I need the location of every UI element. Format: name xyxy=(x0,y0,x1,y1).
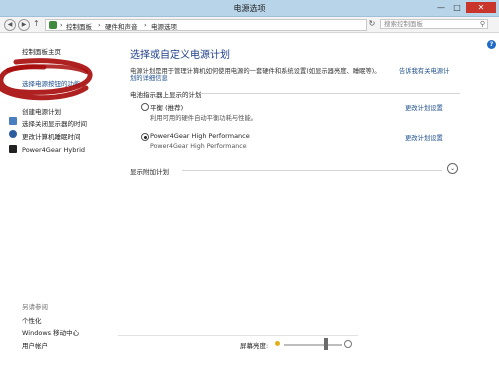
see-also-personalization[interactable]: 个性化 xyxy=(22,315,42,325)
sidebar-item-display-off[interactable]: 选择关闭显示器的时间 xyxy=(22,118,87,128)
search-icon[interactable]: ⚲ xyxy=(480,20,485,29)
breadcrumb-control-panel[interactable]: 控制面板 xyxy=(66,21,92,31)
control-panel-icon xyxy=(49,21,57,29)
forward-arrow-icon[interactable]: ▶ xyxy=(18,19,30,31)
breadcrumb-separator: › xyxy=(98,21,101,29)
maximize-button[interactable]: □ xyxy=(450,2,464,13)
brightness-slider[interactable] xyxy=(284,344,342,346)
plan-power4gear-change-link[interactable]: 更改计划设置 xyxy=(405,133,443,142)
search-placeholder: 搜索控制面板 xyxy=(384,20,423,28)
breadcrumb-separator: › xyxy=(144,21,147,29)
breadcrumb-power-options[interactable]: 电源选项 xyxy=(151,21,177,31)
plan-power4gear-radio[interactable] xyxy=(141,133,149,141)
footer-divider xyxy=(118,335,358,336)
see-also-heading: 另请参阅 xyxy=(22,303,48,311)
close-button[interactable]: ✕ xyxy=(466,2,496,13)
title-bar: 电源选项 — □ ✕ xyxy=(0,0,499,17)
red-annotation-scribble xyxy=(0,58,93,101)
brightness-slider-thumb[interactable] xyxy=(324,338,328,350)
section-title: 电池指示器上显示的计划 xyxy=(130,91,202,99)
sidebar-item-sleep-time[interactable]: 更改计算机睡眠时间 xyxy=(22,131,81,141)
moon-icon xyxy=(9,130,17,138)
sidebar-home-link[interactable]: 控制面板主页 xyxy=(22,46,61,56)
page-title: 选择或自定义电源计划 xyxy=(130,50,230,61)
address-bar[interactable]: › 控制面板 › 硬件和声音 › 电源选项 ▼ xyxy=(45,19,407,31)
plan-balanced-change-link[interactable]: 更改计划设置 xyxy=(405,103,443,112)
sun-bright-icon xyxy=(344,340,352,348)
address-row: ◀ ▶ ↑ › 控制面板 › 硬件和声音 › 电源选项 ▼ ↻ 搜索控制面板 ⚲ xyxy=(0,17,499,33)
plan-info-link[interactable]: 告诉我有关电源计 xyxy=(399,66,449,75)
see-also-user-accounts[interactable]: 用户帐户 xyxy=(22,340,48,350)
back-arrow-icon[interactable]: ◀ xyxy=(4,19,16,31)
see-also-mobility-center[interactable]: Windows 移动中心 xyxy=(22,327,79,337)
sun-dim-icon xyxy=(275,341,280,346)
monitor-icon xyxy=(9,117,17,125)
refresh-icon[interactable]: ↻ xyxy=(367,19,377,29)
help-icon[interactable]: ? xyxy=(487,40,496,49)
sidebar-item-power4gear[interactable]: Power4Gear Hybrid xyxy=(22,146,85,154)
plan-power4gear-name[interactable]: Power4Gear High Performance xyxy=(150,132,250,140)
breadcrumb-hardware-sound[interactable]: 硬件和声音 xyxy=(105,21,138,31)
extra-plans-divider xyxy=(182,170,442,171)
plan-power4gear-desc: Power4Gear High Performance xyxy=(150,143,247,150)
plan-balanced-radio[interactable] xyxy=(141,103,149,111)
chevron-down-icon[interactable]: ⌄ xyxy=(447,163,458,174)
search-input[interactable]: 搜索控制面板 ⚲ xyxy=(380,19,488,29)
show-extra-plans-label[interactable]: 显示附加计划 xyxy=(130,166,169,176)
brightness-label: 屏幕亮度: xyxy=(240,342,269,350)
section-divider xyxy=(200,93,460,94)
minimize-button[interactable]: — xyxy=(434,2,448,13)
plan-balanced-desc: 利用可用的硬件自动平衡功耗与性能。 xyxy=(150,115,258,122)
plan-balanced-name[interactable]: 平衡 (推荐) xyxy=(150,102,183,112)
power4gear-icon xyxy=(9,145,17,153)
window-title: 电源选项 xyxy=(233,4,266,13)
up-arrow-icon[interactable]: ↑ xyxy=(33,19,40,28)
plan-info-link-cont[interactable]: 划的详细信息 xyxy=(130,73,168,82)
